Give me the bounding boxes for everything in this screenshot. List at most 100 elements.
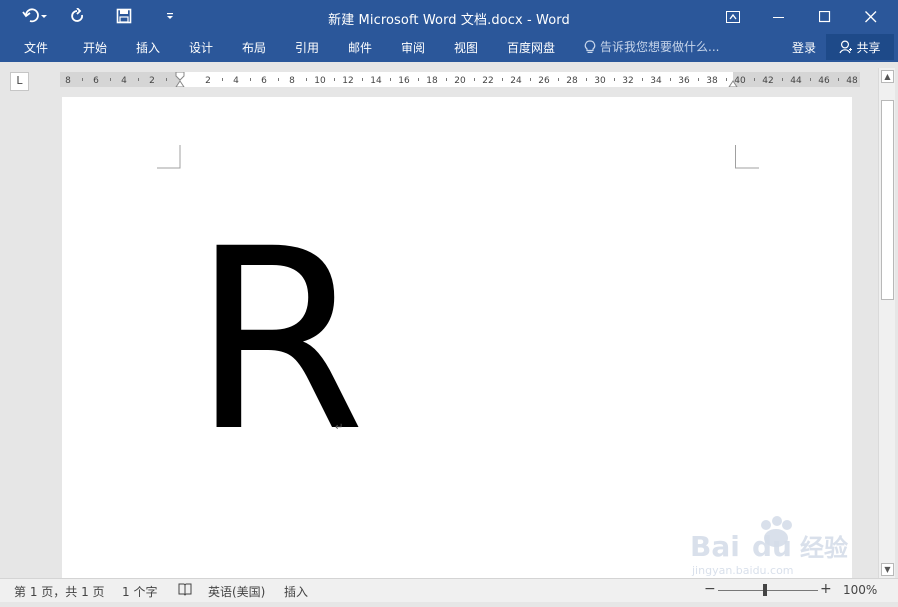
ruler-tick-label: 46 xyxy=(818,76,830,86)
ruler-tick-label: 42 xyxy=(762,76,773,86)
ruler-tick-label: 16 xyxy=(398,76,410,86)
word-count[interactable]: 1 个字 xyxy=(122,583,157,600)
ruler-tick-label: 6 xyxy=(93,76,99,86)
insert-mode-indicator[interactable]: 插入 xyxy=(284,583,308,600)
ruler-tick-label: 22 xyxy=(482,76,493,86)
ruler-tick-label: 12 xyxy=(342,76,353,86)
ruler-tick-label: 20 xyxy=(454,76,466,86)
vertical-scrollbar[interactable]: ▲ ▼ xyxy=(878,68,895,578)
zoom-in-button[interactable]: + xyxy=(820,581,832,597)
tab-mailings[interactable]: 邮件 xyxy=(348,39,372,56)
tab-baidu-netdisk[interactable]: 百度网盘 xyxy=(507,39,555,56)
svg-text:Bai: Bai xyxy=(690,530,740,563)
close-button[interactable] xyxy=(848,0,894,33)
proofing-icon[interactable] xyxy=(178,583,193,599)
scroll-thumb[interactable] xyxy=(881,100,894,300)
horizontal-ruler[interactable]: 8 6 4 2 2 4 6 8 10 12 14 16 18 20 22 24 26 28 30 32 34 36 38 40… xyxy=(60,72,860,87)
baidu-watermark-logo: Bai du 经验 jingyan.baidu.com xyxy=(690,516,848,577)
word-window: 新建 Microsoft Word 文档.docx - Word 文件 开始 插… xyxy=(0,0,898,607)
ruler-tick-label: 44 xyxy=(790,76,802,86)
ruler-minor-tick xyxy=(82,78,83,81)
share-label: 共享 xyxy=(856,40,881,55)
tab-references[interactable]: 引用 xyxy=(295,39,319,56)
ruler-minor-tick xyxy=(362,78,363,81)
ruler-tick-label: 2 xyxy=(149,76,155,86)
ruler-tick-label: 24 xyxy=(510,76,522,86)
login-link[interactable]: 登录 xyxy=(792,39,816,56)
zoom-slider-thumb[interactable] xyxy=(763,584,767,596)
ruler-tick-label: 4 xyxy=(121,76,127,86)
book-check-icon xyxy=(178,583,192,596)
ruler-minor-tick xyxy=(278,78,279,81)
zoom-slider-track[interactable] xyxy=(718,590,818,591)
lightbulb-icon xyxy=(584,39,596,53)
maximize-icon xyxy=(819,10,831,22)
tab-layout[interactable]: 布局 xyxy=(242,39,266,56)
svg-text:du: du xyxy=(752,530,792,563)
zoom-out-button[interactable]: − xyxy=(704,581,716,597)
tab-selector-button[interactable]: L xyxy=(10,72,29,91)
ruler-tick-label: 14 xyxy=(370,76,382,86)
ruler-tick-label: 26 xyxy=(538,76,550,86)
ruler-tick-label: 40 xyxy=(734,76,746,86)
status-bar: 第 1 页，共 1 页 1 个字 英语(美国) 插入 − + 100% xyxy=(0,578,898,602)
page-count[interactable]: 第 1 页，共 1 页 xyxy=(14,583,105,600)
svg-text:经验: 经验 xyxy=(800,534,848,562)
ruler-minor-tick xyxy=(418,78,419,81)
paragraph-mark: ↵ xyxy=(335,422,344,433)
ruler-minor-tick xyxy=(810,78,811,81)
minimize-icon xyxy=(773,16,784,18)
document-canvas xyxy=(0,97,878,578)
ribbon-display-icon xyxy=(726,10,740,23)
ruler-minor-tick xyxy=(474,78,475,81)
zoom-level[interactable]: 100% xyxy=(843,583,877,597)
scroll-down-arrow[interactable]: ▼ xyxy=(881,563,894,576)
ruler-tick-label: 10 xyxy=(314,76,326,86)
ruler-minor-tick xyxy=(838,78,839,81)
ruler-minor-tick xyxy=(726,78,727,81)
maximize-button[interactable] xyxy=(802,0,848,33)
tab-view[interactable]: 视图 xyxy=(454,39,478,56)
ruler-tick-label: 30 xyxy=(594,76,606,86)
share-button[interactable]: 共享 xyxy=(826,34,894,60)
crop-mark-top-right xyxy=(735,145,759,169)
ruler-minor-tick xyxy=(530,78,531,81)
ruler-tick-label: 34 xyxy=(650,76,662,86)
ruler-minor-tick xyxy=(334,78,335,81)
ruler-tick-label: 38 xyxy=(706,76,718,86)
ruler-tick-label: 18 xyxy=(426,76,438,86)
tab-design[interactable]: 设计 xyxy=(189,39,213,56)
ruler-minor-tick xyxy=(306,78,307,81)
ruler-tick-label: 6 xyxy=(261,76,267,86)
ruler-tick-label: 48 xyxy=(846,76,858,86)
ruler-tick-label: 32 xyxy=(622,76,633,86)
tab-home[interactable]: 开始 xyxy=(83,39,107,56)
language-indicator[interactable]: 英语(美国) xyxy=(208,583,265,600)
ruler-minor-tick xyxy=(138,78,139,81)
ribbon-display-options-button[interactable] xyxy=(710,0,756,33)
person-icon xyxy=(839,40,853,54)
document-page[interactable] xyxy=(62,97,852,578)
ruler-minor-tick xyxy=(110,78,111,81)
ruler-tick-label: 36 xyxy=(678,76,690,86)
tell-me-text: 告诉我您想要做什么... xyxy=(600,40,720,54)
ruler-minor-tick xyxy=(222,78,223,81)
ruler-minor-tick xyxy=(390,78,391,81)
ruler-tick-label: 8 xyxy=(289,76,295,86)
minimize-button[interactable] xyxy=(756,0,802,33)
scroll-up-arrow[interactable]: ▲ xyxy=(881,70,894,83)
ruler-minor-tick xyxy=(698,78,699,81)
tab-review[interactable]: 审阅 xyxy=(401,39,425,56)
ruler-minor-tick xyxy=(754,78,755,81)
ruler-minor-tick xyxy=(558,78,559,81)
ruler-minor-tick xyxy=(782,78,783,81)
ruler-minor-tick xyxy=(446,78,447,81)
ruler-minor-tick xyxy=(166,78,167,81)
tab-insert[interactable]: 插入 xyxy=(136,39,160,56)
tell-me-search[interactable]: 告诉我您想要做什么... xyxy=(584,38,719,55)
ruler-tick-label: 4 xyxy=(233,76,239,86)
ribbon-tabs: 文件 开始 插入 设计 布局 引用 邮件 审阅 视图 百度网盘 告诉我您想要做什… xyxy=(0,33,898,62)
crop-mark-top-left xyxy=(157,145,181,169)
tab-file[interactable]: 文件 xyxy=(24,39,48,56)
svg-text:jingyan.baidu.com: jingyan.baidu.com xyxy=(691,564,794,577)
